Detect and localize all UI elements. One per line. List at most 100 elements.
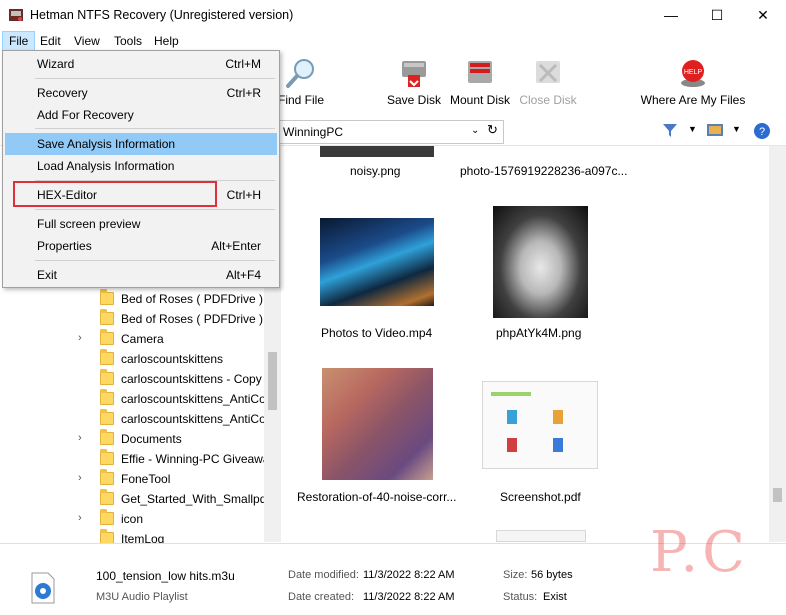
tree-item-label: Documents <box>121 432 182 446</box>
tree-item[interactable]: carloscountskittens_AntiCo <box>0 409 264 429</box>
file-name[interactable]: Restoration-of-40-noise-corr... <box>297 490 456 504</box>
tree-item[interactable]: › Documents <box>0 429 264 449</box>
tree-item[interactable]: › FoneTool <box>0 469 264 489</box>
date-created-value: 11/3/2022 8:22 AM <box>363 591 455 603</box>
tree-item[interactable]: Effie - Winning-PC Giveawa <box>0 449 264 469</box>
tree-item-label: carloscountskittens <box>121 352 224 366</box>
folder-icon <box>100 309 114 325</box>
menu-item-label: Load Analysis Information <box>37 159 175 173</box>
expand-arrow-icon[interactable]: › <box>78 472 82 484</box>
file-thumbnail[interactable] <box>496 530 586 542</box>
menu-bar: File Edit View Tools Help <box>0 31 786 51</box>
menu-item-shortcut: Alt+F4 <box>225 268 261 282</box>
menu-item-properties[interactable]: Properties Alt+Enter <box>5 235 277 257</box>
svg-text:?: ? <box>759 126 765 138</box>
menu-item-add-for-recovery[interactable]: Add For Recovery <box>5 104 277 126</box>
menu-item-shortcut: Alt+Enter <box>211 239 261 253</box>
filter-icon[interactable] <box>662 122 678 138</box>
menu-tools[interactable]: Tools <box>108 31 148 51</box>
save-disk-label: Save Disk <box>386 93 442 107</box>
tree-item-label: Camera <box>121 332 164 346</box>
tree-item[interactable]: › Camera <box>0 329 264 349</box>
close-button[interactable]: ✕ <box>740 0 786 31</box>
tree-item[interactable]: Get_Started_With_Smallpdf <box>0 489 264 509</box>
filter-dropdown-icon[interactable]: ▼ <box>688 124 697 134</box>
find-file-label: Find File <box>277 93 324 107</box>
file-name[interactable]: Screenshot.pdf <box>500 490 581 504</box>
menu-file[interactable]: File <box>2 31 36 51</box>
mount-disk-button[interactable]: Mount Disk <box>448 57 512 107</box>
mount-disk-label: Mount Disk <box>449 93 511 107</box>
menu-view[interactable]: View <box>68 31 106 51</box>
tree-item-label: carloscountskittens_AntiCo <box>121 412 264 426</box>
menu-separator <box>35 260 275 261</box>
find-file-button[interactable]: Find File <box>276 57 326 107</box>
menu-item-shortcut: Ctrl+R <box>226 86 261 100</box>
date-modified-value: 11/3/2022 8:22 AM <box>363 569 455 581</box>
view-mode-icon[interactable] <box>706 122 724 138</box>
file-thumbnail[interactable] <box>320 218 434 306</box>
save-disk-button[interactable]: Save Disk <box>386 57 442 107</box>
menu-item-exit[interactable]: Exit Alt+F4 <box>5 264 277 286</box>
file-thumbnail[interactable] <box>493 206 588 318</box>
date-modified-label: Date modified: <box>288 569 359 581</box>
size-value: 56 bytes <box>531 569 573 581</box>
tree-item[interactable]: carloscountskittens - Copy <box>0 369 264 389</box>
view-mode-dropdown-icon[interactable]: ▼ <box>732 124 741 134</box>
menu-item-label: Wizard <box>37 57 75 71</box>
file-grid-scrollbar-thumb[interactable] <box>773 488 782 502</box>
tree-item-label: carloscountskittens - Copy <box>121 372 262 386</box>
title-bar: Hetman NTFS Recovery (Unregistered versi… <box>0 0 786 31</box>
status-label: Status: <box>503 591 538 603</box>
expand-arrow-icon[interactable]: › <box>78 512 82 524</box>
tree-item-label: carloscountskittens_AntiCo <box>121 392 264 406</box>
refresh-icon[interactable]: ↻ <box>487 122 498 138</box>
tree-item[interactable]: carloscountskittens_AntiCo <box>0 389 264 409</box>
tree-item[interactable]: carloscountskittens <box>0 349 264 369</box>
folder-icon <box>100 369 114 385</box>
menu-help[interactable]: Help <box>148 31 185 51</box>
expand-arrow-icon[interactable]: › <box>78 432 82 444</box>
selected-file-name: 100_tension_low hits.m3u <box>96 569 235 583</box>
file-name[interactable]: photo-1576919228236-a097c... <box>460 164 627 178</box>
tree-item[interactable]: Bed of Roses ( PDFDrive ) - <box>0 309 264 329</box>
menu-item-label: Recovery <box>37 86 88 100</box>
close-disk-button[interactable]: Close Disk <box>518 57 578 107</box>
file-grid-scrollbar[interactable] <box>769 146 786 542</box>
menu-edit[interactable]: Edit <box>34 31 67 51</box>
file-name[interactable]: Photos to Video.mp4 <box>321 326 432 340</box>
tree-item[interactable]: › icon <box>0 509 264 529</box>
menu-item-full-screen-preview[interactable]: Full screen preview <box>5 213 277 235</box>
menu-item-label: Add For Recovery <box>37 108 134 122</box>
where-are-my-files-label: Where Are My Files <box>640 93 746 107</box>
tree-scrollbar-thumb[interactable] <box>268 352 277 410</box>
file-menu-dropdown: Wizard Ctrl+M Recovery Ctrl+R Add For Re… <box>2 50 280 288</box>
maximize-button[interactable]: ☐ <box>694 0 740 31</box>
where-are-my-files-button[interactable]: HELP Where Are My Files <box>640 57 746 107</box>
file-thumbnail[interactable] <box>320 146 434 157</box>
file-name[interactable]: noisy.png <box>350 164 400 178</box>
help-circle-icon[interactable]: ? <box>753 122 771 140</box>
folder-icon <box>100 509 114 525</box>
file-name[interactable]: phpAtYk4M.png <box>496 326 581 340</box>
help-icon: HELP <box>681 60 705 87</box>
file-grid: noisy.png photo-1576919228236-a097c... P… <box>282 146 786 542</box>
file-thumbnail[interactable] <box>322 368 433 480</box>
app-icon <box>9 9 23 21</box>
menu-item-recovery[interactable]: Recovery Ctrl+R <box>5 82 277 104</box>
menu-item-label: Save Analysis Information <box>37 137 176 151</box>
expand-arrow-icon[interactable]: › <box>78 332 82 344</box>
tree-item[interactable]: Bed of Roses ( PDFDrive ) <box>0 289 264 309</box>
folder-icon <box>100 489 114 505</box>
folder-icon <box>100 429 114 445</box>
minimize-button[interactable]: — <box>648 0 694 31</box>
path-field[interactable]: WinningPC ⌄ ↻ <box>278 120 504 144</box>
path-dropdown-icon[interactable]: ⌄ <box>471 125 479 136</box>
date-created-label: Date created: <box>288 591 355 603</box>
menu-item-label: Exit <box>37 268 58 282</box>
menu-item-label: Full screen preview <box>37 217 141 231</box>
menu-item-wizard[interactable]: Wizard Ctrl+M <box>5 53 277 75</box>
file-thumbnail[interactable] <box>482 381 598 469</box>
menu-item-load-analysis[interactable]: Load Analysis Information <box>5 155 277 177</box>
menu-item-save-analysis[interactable]: Save Analysis Information <box>5 133 277 155</box>
